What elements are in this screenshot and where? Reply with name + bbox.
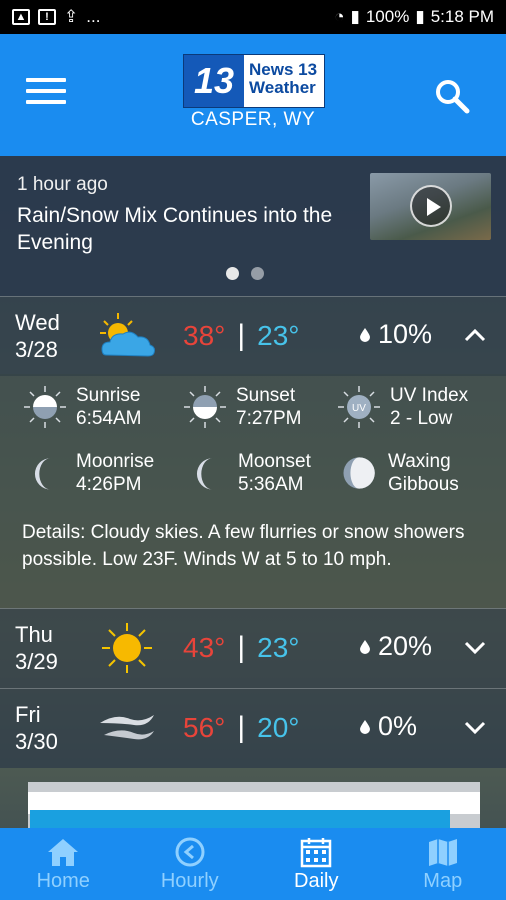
calendar-icon	[301, 838, 332, 868]
news-card[interactable]: 1 hour ago Rain/Snow Mix Continues into …	[0, 156, 506, 296]
nav-hourly-label: Hourly	[160, 870, 219, 892]
carousel-dot-1[interactable]	[226, 267, 239, 280]
day-date: 3/28	[15, 337, 58, 362]
low-temp: 23°	[257, 632, 300, 663]
home-icon	[48, 839, 79, 866]
day-row-fri[interactable]: Fri 3/30 56° | 20° 0%	[0, 688, 506, 768]
carousel-indicator	[226, 267, 264, 280]
temp-separator: |	[237, 711, 246, 744]
day-row-wed[interactable]: Wed 3/28 38° | 23° 10%	[0, 296, 506, 376]
day-name: Fri	[15, 702, 41, 727]
news-title[interactable]: Rain/Snow Mix Continues into the Evening	[17, 202, 347, 256]
raindrop-icon	[360, 327, 370, 342]
alert-notification-icon: !	[38, 9, 56, 25]
nav-daily-label: Daily	[294, 870, 339, 892]
news-time: 1 hour ago	[17, 174, 108, 195]
day-name: Wed	[15, 310, 60, 335]
location-label[interactable]: CASPER, WY	[0, 109, 506, 131]
low-temp: 23°	[257, 320, 300, 351]
nav-hourly[interactable]: Hourly	[127, 828, 254, 900]
moon-phase-line2: Gibbous	[388, 474, 459, 495]
moonset-time: 5:36AM	[238, 474, 304, 495]
nav-daily[interactable]: Daily	[253, 828, 380, 900]
moon-phase-icon	[343, 457, 375, 489]
more-notifications-icon: ...	[86, 7, 101, 26]
hourly-icon	[175, 837, 205, 867]
precip-chance: 10%	[378, 319, 433, 349]
chevron-down-icon[interactable]	[462, 717, 488, 737]
status-bar: ▲ ! ⇪ ... ◔ ▮ 100% ▮ 5:18 PM	[0, 0, 506, 34]
moonrise-time: 4:26PM	[76, 474, 142, 495]
moonset-label: Moonset	[238, 451, 311, 472]
moonrise-label: Moonrise	[76, 451, 155, 472]
uv-index-label: UV Index	[390, 385, 469, 406]
battery-level: 100%	[365, 7, 410, 26]
nav-home-label: Home	[36, 870, 90, 892]
menu-button[interactable]	[26, 78, 66, 108]
notification-icons: ▲ ! ⇪ ...	[12, 7, 100, 27]
sunrise-time: 6:54AM	[76, 408, 142, 429]
signal-icon: ▮	[350, 7, 360, 26]
carousel-dot-2[interactable]	[251, 267, 264, 280]
logo-line1: News 13	[249, 60, 318, 79]
forecast-details: Details: Cloudy skies. A few flurries or…	[22, 522, 465, 570]
low-temp: 20°	[257, 712, 300, 743]
ad-strip	[30, 810, 450, 828]
temp-separator: |	[237, 631, 246, 664]
map-icon	[428, 839, 457, 866]
search-icon	[436, 80, 470, 114]
partly-cloudy-icon	[100, 313, 155, 357]
clock: 5:18 PM	[430, 7, 494, 26]
sunset-time: 7:27PM	[236, 408, 302, 429]
uv-index-icon: UV	[338, 386, 380, 428]
precip-chance: 0%	[378, 711, 418, 741]
day-name: Thu	[15, 622, 53, 647]
sunny-icon	[102, 623, 152, 673]
sunset-icon	[184, 386, 226, 428]
uv-index-value: 2 - Low	[390, 408, 453, 429]
search-button[interactable]	[432, 76, 472, 116]
chevron-down-icon[interactable]	[462, 637, 488, 657]
moon-phase-line1: Waxing	[388, 451, 451, 472]
precip-chance: 20%	[378, 631, 433, 661]
menu-icon-bar	[26, 89, 66, 93]
day-date: 3/30	[15, 729, 58, 754]
day-date: 3/29	[15, 649, 58, 674]
moonset-icon	[196, 458, 213, 490]
nav-home[interactable]: Home	[0, 828, 127, 900]
sunrise-label: Sunrise	[76, 385, 141, 406]
nav-map[interactable]: Map	[380, 828, 506, 900]
high-temp: 56°	[183, 712, 226, 743]
windy-icon	[100, 715, 154, 740]
logo-line2: Weather	[249, 78, 316, 97]
moonrise-icon	[34, 458, 51, 490]
raindrop-icon	[360, 719, 370, 734]
temp-separator: |	[237, 319, 246, 352]
sunset-label: Sunset	[236, 385, 296, 406]
video-thumbnail[interactable]	[370, 173, 491, 240]
battery-icon: ▮	[415, 7, 425, 26]
svg-text:UV: UV	[352, 403, 366, 414]
upload-notification-icon: ⇪	[64, 7, 79, 26]
day-row-thu[interactable]: Thu 3/29 43° | 23° 20%	[0, 608, 506, 688]
app-header: 13 News 13 Weather CASPER, WY	[0, 34, 506, 156]
high-temp: 43°	[183, 632, 226, 663]
high-temp: 38°	[183, 320, 226, 351]
play-icon[interactable]	[410, 185, 452, 227]
nav-map-label: Map	[423, 870, 463, 892]
wifi-icon: ◔	[334, 7, 345, 26]
bottom-nav: Home Hourly Daily Map	[0, 828, 506, 900]
sunrise-icon	[24, 386, 66, 428]
logo-number: 13	[184, 55, 244, 107]
day-details-panel: Sunrise 6:54AM Sunset 7:27PM UV UV Index…	[0, 374, 506, 608]
station-logo: 13 News 13 Weather	[183, 54, 325, 108]
ad-banner[interactable]	[28, 782, 480, 828]
chevron-up-icon[interactable]	[462, 325, 488, 345]
menu-icon-bar	[26, 78, 66, 82]
menu-icon-bar	[26, 100, 66, 104]
image-notification-icon: ▲	[12, 9, 30, 25]
raindrop-icon	[360, 639, 370, 654]
